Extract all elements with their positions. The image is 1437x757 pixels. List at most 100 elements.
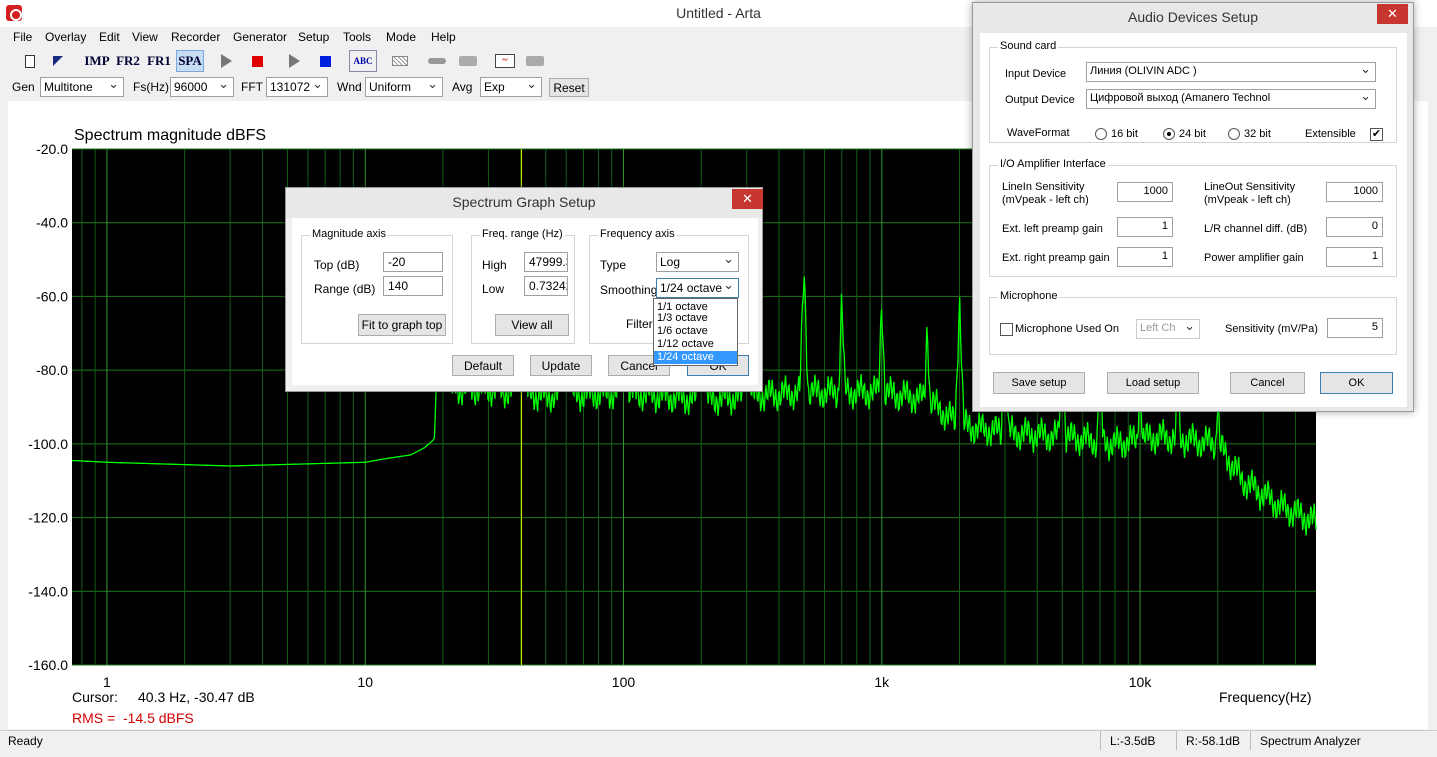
x-tick-label: 1k [874,674,890,690]
freq-range-group: Freq. range (Hz) High 47999.3 Low 0.7324… [471,228,575,344]
y-tick-label: -40.0 [36,215,68,231]
smoothing-option[interactable]: 1/1 octave [654,299,737,313]
audio-devices-setup-dialog: Audio Devices Setup ✕ Sound card Input D… [972,2,1414,412]
smoothing-option[interactable]: 1/6 octave [654,325,737,338]
averaging-select[interactable]: Exp [480,77,542,97]
menu-setup[interactable]: Setup [298,30,329,44]
extensible-checkbox[interactable]: ✔ [1370,128,1383,141]
ext-right-gain-input[interactable]: 1 [1117,247,1173,267]
top-db-label: Top (dB) [314,258,360,272]
menu-generator[interactable]: Generator [233,30,287,44]
menu-recorder[interactable]: Recorder [171,30,220,44]
axis-type-select[interactable]: Log [656,252,739,272]
menu-overlay[interactable]: Overlay [45,30,86,44]
wf-24bit-radio[interactable] [1163,128,1175,140]
fft-size-select[interactable]: 131072 [266,77,328,97]
close-icon[interactable]: ✕ [1377,4,1408,24]
wf-32bit-radio[interactable] [1228,128,1240,140]
power-amp-gain-input[interactable]: 1 [1326,247,1383,267]
reset-button[interactable]: Reset [549,78,589,97]
top-db-input[interactable]: -20 [383,252,443,272]
wf-24bit-label: 24 bit [1179,128,1206,140]
menu-help[interactable]: Help [431,30,456,44]
lineout-label: LineOut Sensitivity [1204,181,1296,193]
open-file-icon[interactable] [45,50,71,72]
smoothing-option[interactable]: 1/3 octave [654,312,737,325]
output-device-label: Output Device [1005,94,1075,106]
type-label: Type [600,258,627,272]
high-label: High [482,258,507,272]
wf-16bit-radio[interactable] [1095,128,1107,140]
status-mode: Spectrum Analyzer [1260,734,1361,748]
settings-box-icon[interactable] [522,50,548,72]
fr2-mode-button[interactable]: FR2 [114,50,142,72]
menu-mode[interactable]: Mode [386,30,416,44]
smoothing-option-selected[interactable]: 1/24 octave [654,351,737,364]
cursor-label: Cursor: [72,689,118,705]
y-tick-label: -80.0 [36,362,68,378]
default-button[interactable]: Default [452,355,514,376]
output-device-select[interactable]: Цифровой выход (Amanero Technol [1086,89,1376,109]
fr1-mode-button[interactable]: FR1 [145,50,173,72]
high-freq-input[interactable]: 47999.3 [524,252,568,272]
impulse-mode-button[interactable]: IMP [83,50,111,72]
wf-32bit-label: 32 bit [1244,128,1271,140]
status-divider [1250,731,1251,750]
microphone-used-checkbox[interactable] [1000,323,1013,336]
save-setup-button[interactable]: Save setup [993,372,1085,394]
menu-view[interactable]: View [132,30,158,44]
stop-icon[interactable] [244,50,270,72]
generator-select[interactable]: Multitone [40,77,124,97]
fs-label: Fs(Hz) [133,80,169,94]
play-icon[interactable] [213,50,239,72]
device-icon[interactable] [455,50,481,72]
spa-mode-button[interactable]: SPA [176,50,204,72]
menu-tools[interactable]: Tools [343,30,371,44]
lr-diff-input[interactable]: 0 [1326,217,1383,237]
window-select[interactable]: Uniform [365,77,443,97]
cancel-button[interactable]: Cancel [1230,372,1305,394]
menu-file[interactable]: File [13,30,32,44]
smoothing-select[interactable]: 1/24 octave [656,278,739,298]
dialog-body: Sound card Input Device Линия (OLIVIN AD… [980,33,1407,407]
fft-label: FFT [241,80,263,94]
sound-card-group: Sound card Input Device Линия (OLIVIN AD… [989,40,1397,143]
close-icon[interactable]: ✕ [732,189,763,209]
linein-sensitivity-input[interactable]: 1000 [1117,182,1173,202]
abc-icon[interactable]: ABC [349,50,377,72]
ext-left-label: Ext. left preamp gain [1002,223,1103,235]
play-generator-icon[interactable] [281,50,307,72]
low-freq-input[interactable]: 0.73242 [524,276,568,296]
group-title: I/O Amplifier Interface [998,158,1108,170]
fit-to-graph-top-button[interactable]: Fit to graph top [358,314,446,336]
hatch-icon[interactable] [387,50,413,72]
smoothing-option[interactable]: 1/12 octave [654,338,737,351]
oscilloscope-icon[interactable]: ~ [492,50,518,72]
sample-rate-select[interactable]: 96000 [170,77,234,97]
status-divider [1176,731,1177,750]
view-all-button[interactable]: View all [495,314,569,336]
ext-right-label: Ext. right preamp gain [1002,252,1110,264]
probe-icon[interactable] [424,50,450,72]
load-setup-button[interactable]: Load setup [1107,372,1199,394]
new-file-icon[interactable] [17,50,43,72]
smoothing-dropdown-list: 1/1 octave 1/3 octave 1/6 octave 1/12 oc… [653,298,738,366]
group-title: Frequency axis [598,228,677,240]
status-bar: Ready L:-3.5dB R:-58.1dB Spectrum Analyz… [0,730,1437,750]
mic-channel-select[interactable]: Left Ch [1136,319,1200,339]
y-tick-label: -140.0 [28,583,68,599]
stop-generator-icon[interactable] [312,50,338,72]
ok-button[interactable]: OK [1320,372,1393,394]
status-divider [1100,731,1101,750]
status-right-level: R:-58.1dB [1186,734,1241,748]
lineout-sensitivity-input[interactable]: 1000 [1326,182,1383,202]
update-button[interactable]: Update [530,355,592,376]
gen-label: Gen [12,80,35,94]
range-db-input[interactable]: 140 [383,276,443,296]
mic-sensitivity-input[interactable]: 5 [1327,318,1383,338]
wnd-label: Wnd [337,80,362,94]
ext-left-gain-input[interactable]: 1 [1117,217,1173,237]
input-device-select[interactable]: Линия (OLIVIN ADC ) [1086,62,1376,82]
status-ready: Ready [8,734,43,748]
menu-edit[interactable]: Edit [99,30,120,44]
